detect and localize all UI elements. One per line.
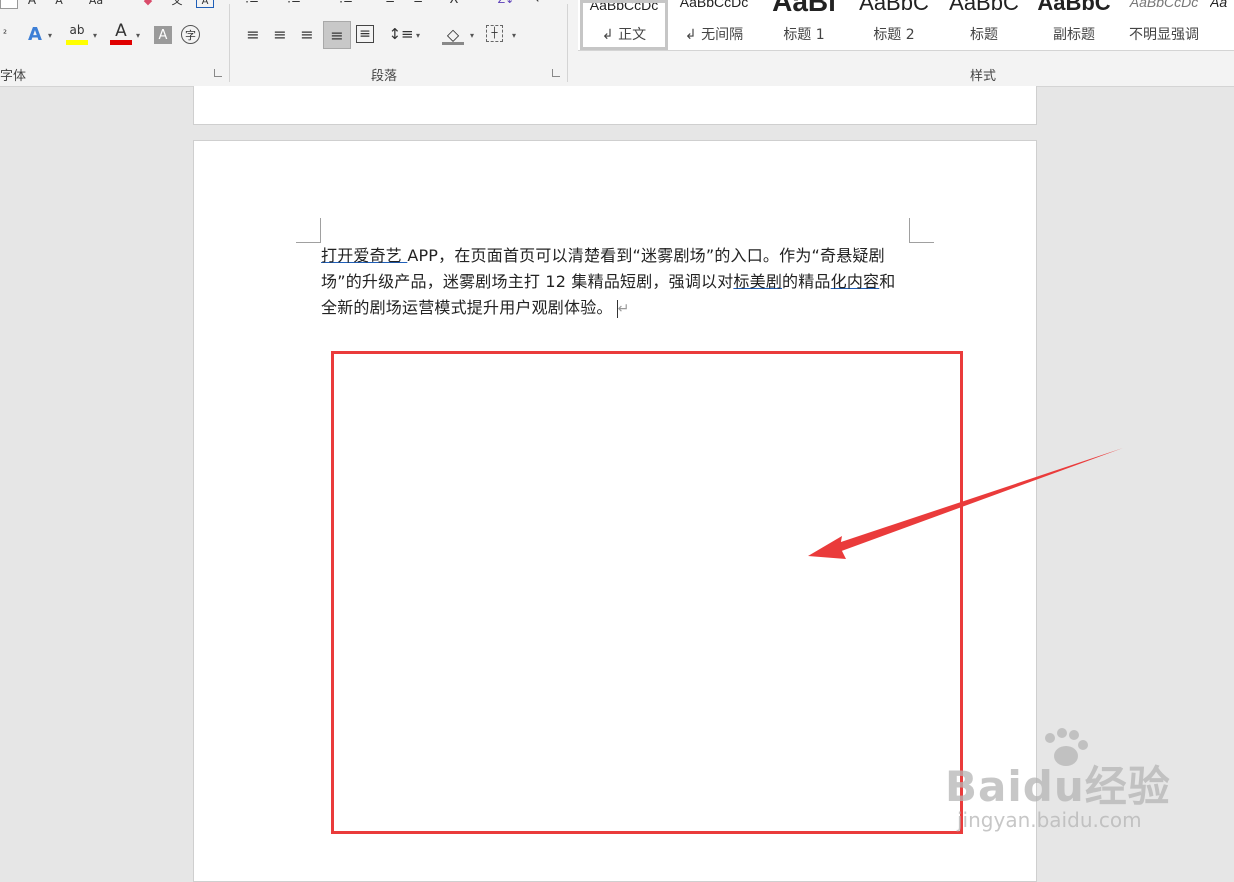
baidu-watermark: Baidu经验 jingyan.baidu.com [945, 728, 1185, 838]
watermark-url: jingyan.baidu.com [957, 808, 1142, 832]
watermark-brand: Baidu经验 [945, 762, 1171, 811]
